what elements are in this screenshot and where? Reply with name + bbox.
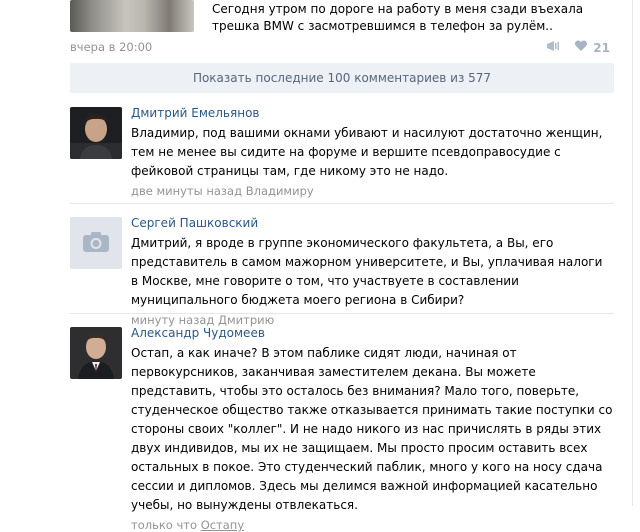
comment-reply-to[interactable]: Владимиру [246,184,314,198]
comment-time[interactable]: минуту назад [131,313,214,327]
heart-icon [574,40,588,55]
comment-time[interactable]: две минуты назад [131,184,242,198]
comment-text: Владимир, под вашими окнами убивают и на… [131,126,603,178]
post-actions: 21 [546,40,610,55]
post-photo[interactable] [70,0,194,32]
comment-text: Дмитрий, я вроде в группе экономического… [131,236,603,307]
comment-meta: только что Остапу [131,518,613,532]
comment-meta: минуту назад Дмитрию [131,313,613,327]
comment-reply-to[interactable]: Остапу [201,518,244,532]
comment-reply-to[interactable]: Дмитрию [218,313,274,327]
comment-time[interactable]: только что [131,518,197,532]
avatar[interactable] [70,107,122,159]
post-text: Сегодня утром по дороге на работу в меня… [212,2,584,33]
like-button[interactable]: 21 [574,40,610,55]
post-time[interactable]: вчера в 20:00 [70,40,152,54]
comment-text: Остап, а как иначе? В этом паблике сидят… [131,346,613,512]
right-border [632,0,633,506]
divider [70,313,614,314]
like-count: 21 [593,40,610,55]
avatar[interactable] [70,327,122,379]
camera-icon [82,231,110,256]
comment-meta: две минуты назад Владимиру [131,184,613,198]
divider [70,203,614,204]
show-more-comments-button[interactable]: Показать последние 100 комментариев из 5… [70,63,614,93]
page: Сегодня утром по дороге на работу в меня… [0,0,640,532]
comment-author[interactable]: Дмитрий Емельянов [131,106,613,120]
comment-author[interactable]: Сергей Пашковский [131,216,613,230]
share-icon[interactable] [546,40,560,55]
comment-author[interactable]: Александр Чудомеев [131,326,613,340]
avatar[interactable] [70,217,122,269]
